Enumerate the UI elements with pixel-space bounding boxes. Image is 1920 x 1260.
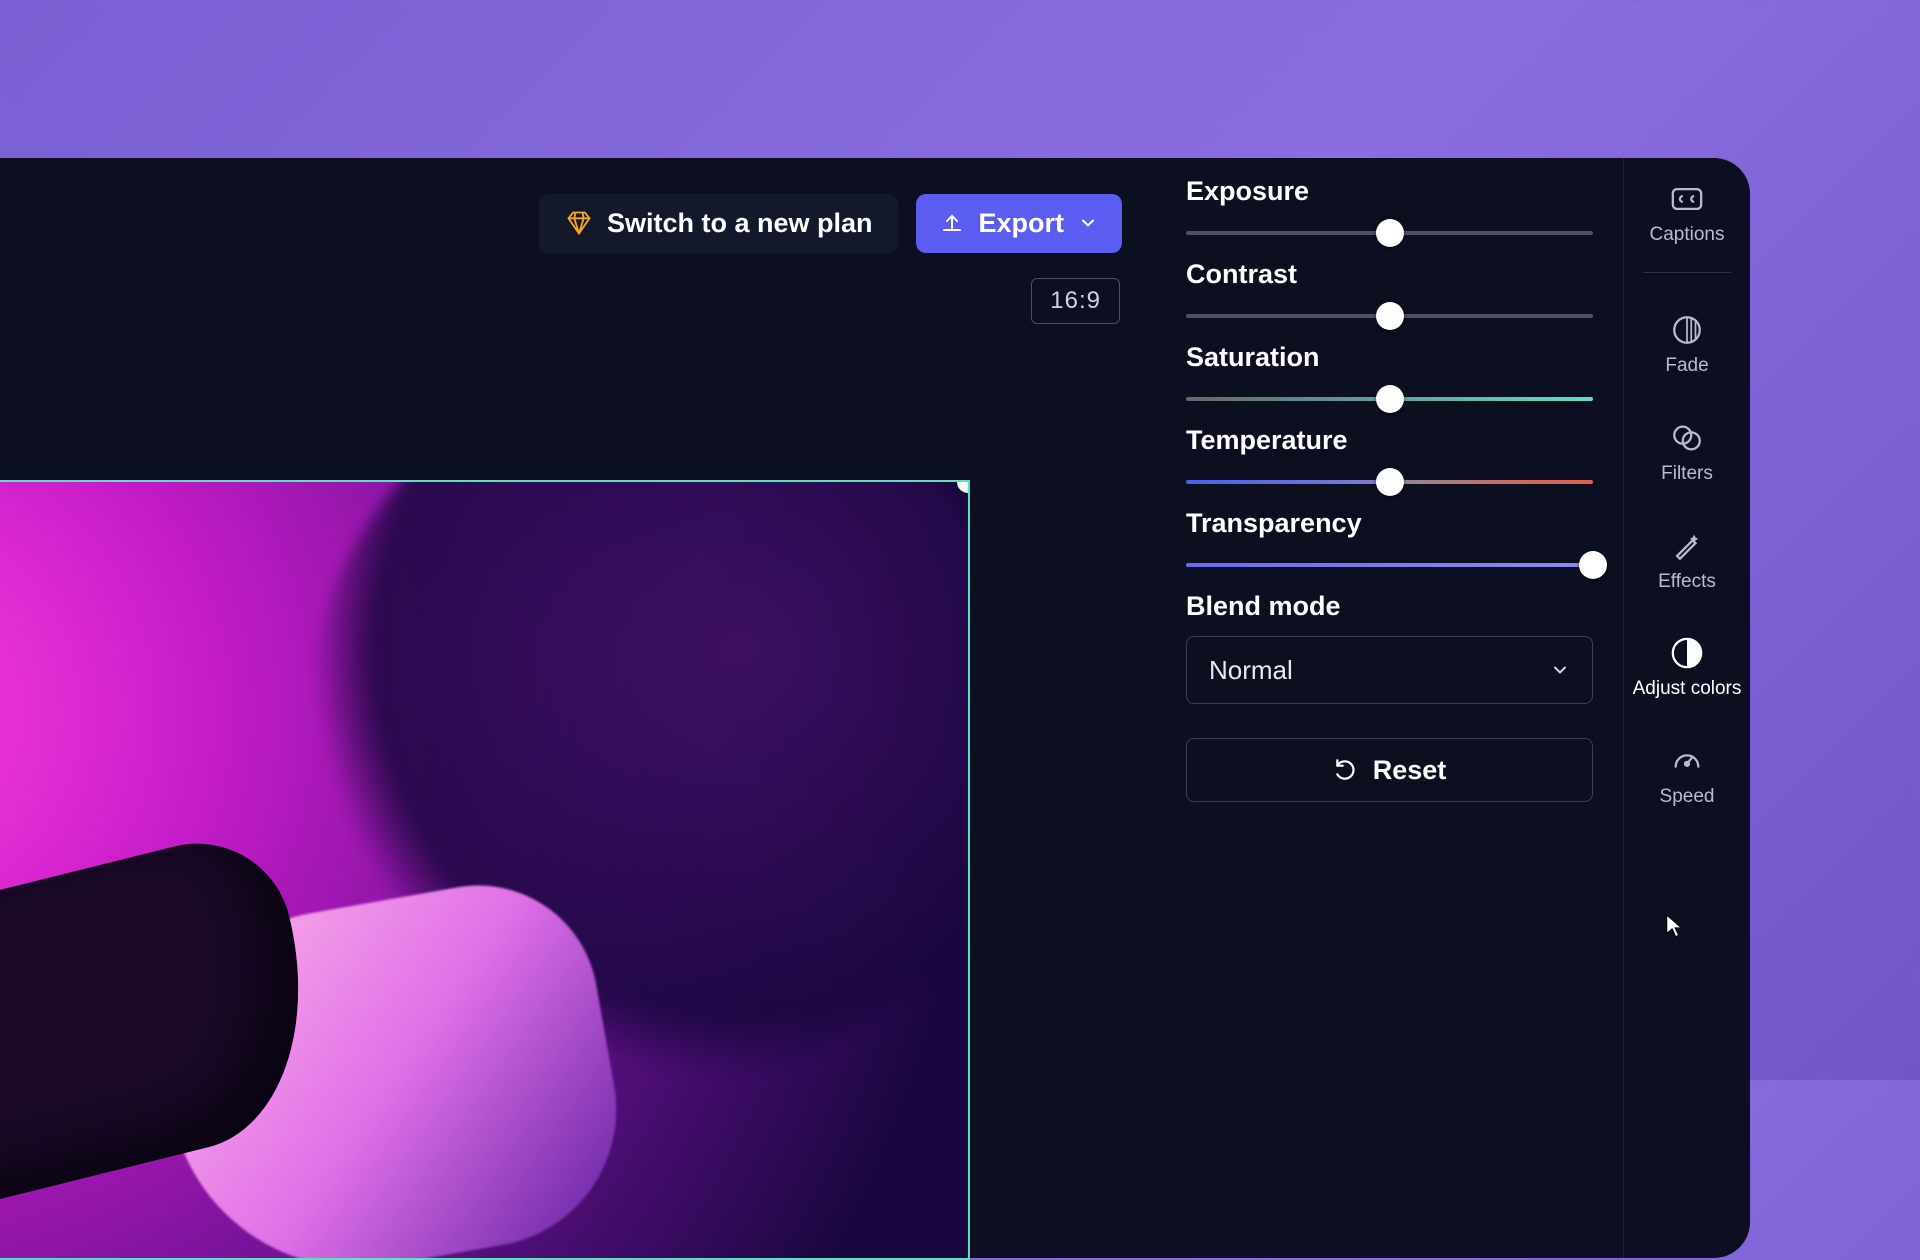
rail-label: Captions [1650,224,1725,246]
export-label: Export [978,208,1064,239]
switch-plan-button[interactable]: Switch to a new plan [539,194,899,253]
slider-track [1186,563,1593,567]
rail-label: Adjust colors [1633,678,1742,700]
exposure-slider[interactable] [1186,221,1593,245]
rail-filters[interactable]: Filters [1624,417,1750,489]
blend-mode-select[interactable]: Normal [1186,636,1593,704]
top-bar: Switch to a new plan Export [0,178,1122,268]
video-preview[interactable] [0,480,970,1260]
captions-icon [1670,182,1704,216]
main-column: Switch to a new plan Export 16:9 [0,158,1156,1258]
effects-icon [1670,529,1704,563]
saturation-control: Saturation [1186,342,1593,411]
saturation-label: Saturation [1186,342,1593,373]
transparency-label: Transparency [1186,508,1593,539]
rail-label: Fade [1665,355,1708,377]
temperature-slider[interactable] [1186,470,1593,494]
reset-button[interactable]: Reset [1186,738,1593,802]
contrast-label: Contrast [1186,259,1593,290]
temperature-label: Temperature [1186,425,1593,456]
contrast-control: Contrast [1186,259,1593,328]
rail-effects[interactable]: Effects [1624,525,1750,597]
aspect-ratio-row: 16:9 [0,278,1122,324]
blend-mode-control: Blend mode Normal [1186,591,1593,704]
speed-icon [1670,744,1704,778]
side-tool-rail: Captions Fade Filters Effects [1624,158,1750,1258]
chevron-down-icon [1550,660,1570,680]
upload-icon [940,211,964,235]
contrast-slider[interactable] [1186,304,1593,328]
slider-thumb[interactable] [1376,468,1404,496]
exposure-control: Exposure [1186,176,1593,245]
rail-adjust-colors[interactable]: Adjust colors [1624,632,1750,704]
preview-area [0,480,960,1260]
transparency-control: Transparency [1186,508,1593,577]
slider-thumb[interactable] [1579,551,1607,579]
transparency-slider[interactable] [1186,553,1593,577]
aspect-ratio-button[interactable]: 16:9 [1031,278,1120,324]
slider-thumb[interactable] [1376,219,1404,247]
undo-icon [1333,757,1359,783]
slider-thumb[interactable] [1376,385,1404,413]
rail-label: Speed [1660,786,1715,808]
blend-mode-label: Blend mode [1186,591,1593,622]
fade-icon [1670,313,1704,347]
slider-thumb[interactable] [1376,302,1404,330]
rail-divider [1643,272,1731,273]
diamond-icon [565,209,593,237]
app-window: Switch to a new plan Export 16:9 [0,158,1750,1258]
rail-fade[interactable]: Fade [1624,309,1750,381]
rail-label: Filters [1661,463,1713,485]
rail-captions[interactable]: Captions [1624,178,1750,250]
adjust-colors-panel: Exposure Contrast Saturation Temperature [1156,158,1624,1258]
temperature-control: Temperature [1186,425,1593,494]
export-button[interactable]: Export [916,194,1122,253]
exposure-label: Exposure [1186,176,1593,207]
switch-plan-label: Switch to a new plan [607,208,873,239]
rail-label: Effects [1658,571,1716,593]
rail-speed[interactable]: Speed [1624,740,1750,812]
filters-icon [1670,421,1704,455]
chevron-down-icon [1078,213,1098,233]
blend-mode-value: Normal [1209,655,1293,686]
selection-handle[interactable] [957,480,970,493]
saturation-slider[interactable] [1186,387,1593,411]
reset-label: Reset [1373,755,1447,786]
adjust-colors-icon [1670,636,1704,670]
